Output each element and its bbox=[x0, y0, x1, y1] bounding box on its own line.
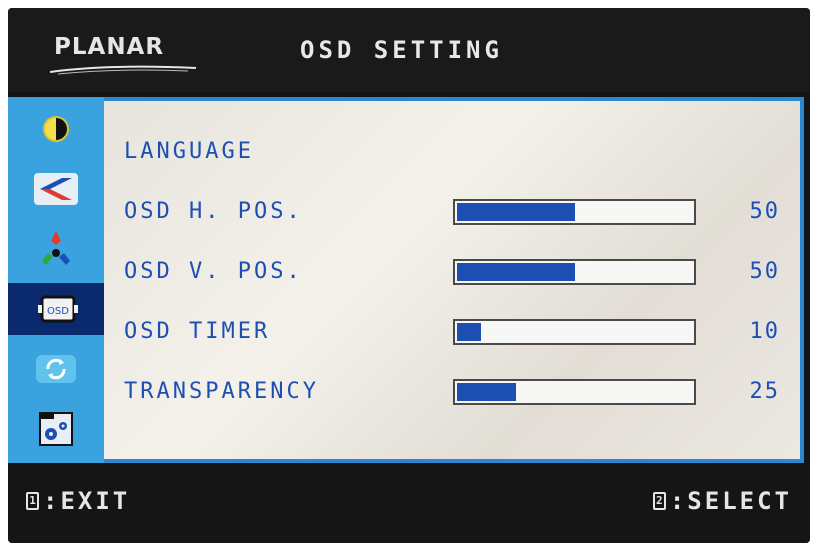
osd-h-pos-value: 50 bbox=[749, 199, 780, 224]
brightness-icon bbox=[43, 116, 69, 142]
osd-h-pos-fill bbox=[457, 203, 575, 221]
exit-hint: 1 :EXIT bbox=[26, 487, 130, 515]
osd-sidebar: OSD bbox=[8, 97, 108, 463]
osd-settings-panel: LANGUAGE OSD H. POS. 50 OSD V. POS. 50 O… bbox=[104, 97, 804, 463]
transparency-label[interactable]: TRANSPARENCY bbox=[124, 379, 319, 404]
tab-color[interactable] bbox=[16, 223, 96, 275]
language-option[interactable]: LANGUAGE bbox=[124, 139, 254, 164]
tab-image-position[interactable] bbox=[16, 163, 96, 215]
osd-timer-fill bbox=[457, 323, 481, 341]
logo-swoosh-icon bbox=[49, 65, 197, 75]
osd-icon-label: OSD bbox=[47, 306, 69, 317]
select-hint: 2 :SELECT bbox=[652, 487, 792, 515]
transparency-fill bbox=[457, 383, 516, 401]
osd-title: OSD SETTING bbox=[300, 36, 503, 64]
exit-label: :EXIT bbox=[43, 487, 131, 515]
osd-v-pos-slider[interactable] bbox=[453, 259, 696, 285]
transparency-value: 25 bbox=[749, 379, 780, 404]
osd-h-pos-label[interactable]: OSD H. POS. bbox=[124, 199, 303, 224]
tab-settings[interactable] bbox=[16, 403, 96, 455]
osd-icon: OSD bbox=[38, 295, 78, 323]
osd-v-pos-value: 50 bbox=[749, 259, 780, 284]
tab-reset[interactable] bbox=[16, 343, 96, 395]
osd-v-pos-fill bbox=[457, 263, 575, 281]
transparency-slider[interactable] bbox=[453, 379, 696, 405]
osd-timer-value: 10 bbox=[749, 319, 780, 344]
tab-osd[interactable]: OSD bbox=[8, 283, 108, 335]
osd-timer-label[interactable]: OSD TIMER bbox=[124, 319, 270, 344]
osd-timer-slider[interactable] bbox=[453, 319, 696, 345]
planar-logo: PLANAR bbox=[54, 34, 165, 60]
select-label: :SELECT bbox=[669, 487, 792, 515]
osd-header: PLANAR OSD SETTING bbox=[8, 8, 810, 92]
key-2-icon: 2 bbox=[652, 492, 666, 510]
monitor-screen: PLANAR OSD SETTING OSD LANGUAGE OSD H. P… bbox=[8, 8, 810, 543]
settings-icon bbox=[39, 412, 73, 446]
osd-h-pos-slider[interactable] bbox=[453, 199, 696, 225]
image-position-icon bbox=[34, 173, 78, 205]
reset-icon bbox=[36, 355, 76, 383]
osd-v-pos-label[interactable]: OSD V. POS. bbox=[124, 259, 303, 284]
tab-brightness[interactable] bbox=[16, 103, 96, 155]
color-icon bbox=[42, 231, 70, 265]
osd-footer: 1 :EXIT 2 :SELECT bbox=[8, 463, 810, 543]
key-1-icon: 1 bbox=[26, 492, 39, 510]
